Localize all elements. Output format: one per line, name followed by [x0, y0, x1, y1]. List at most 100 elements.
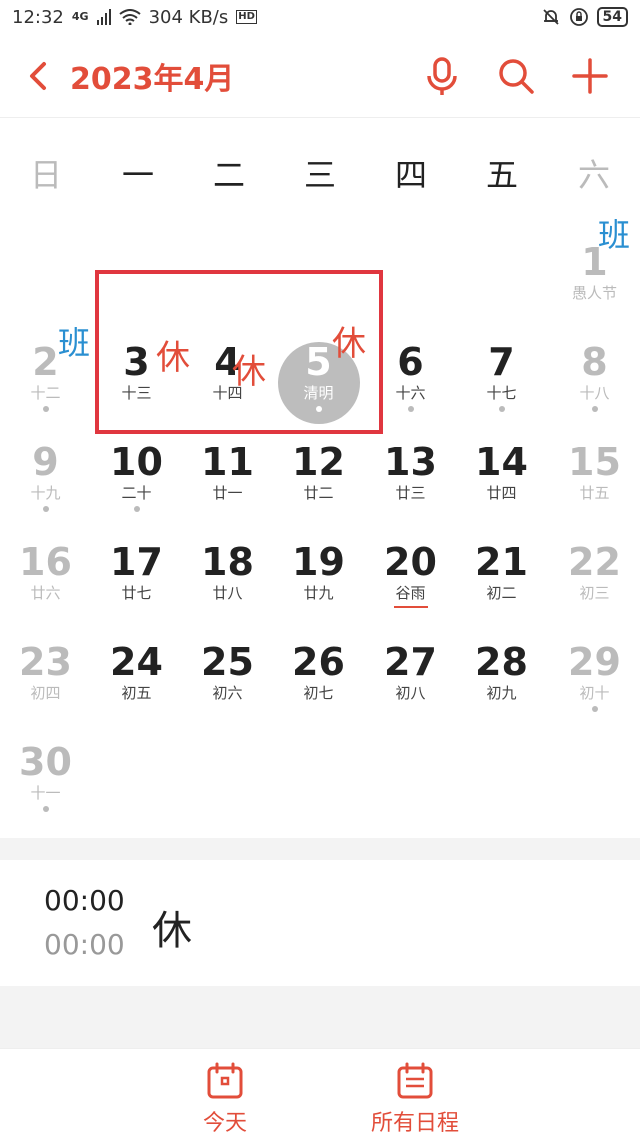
bottom-nav: 今天 所有日程 — [0, 1048, 640, 1138]
day-cell-25[interactable]: 25 初六 — [182, 640, 273, 740]
lunar-label: 谷雨 — [395, 584, 426, 602]
event-item[interactable]: 00:00 00:00 休 — [0, 860, 640, 986]
all-events-button[interactable]: 所有日程 — [360, 1061, 470, 1137]
day-cell-12[interactable]: 12 廿二 — [273, 440, 364, 540]
lunar-label: 廿二 — [303, 484, 334, 502]
status-bar: 12:32 4G 304 KB/s HD 54 — [0, 0, 640, 34]
event-dot — [133, 506, 140, 512]
day-number: 25 — [201, 640, 254, 684]
lunar-label: 初三 — [579, 584, 610, 602]
weekday-sun: 日 — [29, 156, 62, 194]
day-number: 17 — [110, 540, 163, 584]
weekday-thu: 四 — [394, 156, 427, 194]
day-cell-26[interactable]: 26 初七 — [273, 640, 364, 740]
day-cell-16[interactable]: 16 廿六 — [0, 540, 91, 640]
weekday-fri: 五 — [485, 156, 518, 194]
back-button[interactable] — [22, 56, 62, 96]
lunar-label: 十一 — [30, 784, 61, 802]
signal-icon — [96, 9, 111, 25]
day-cell-14[interactable]: 14 廿四 — [456, 440, 547, 540]
weekday-tue: 二 — [212, 156, 245, 194]
day-cell-20-today[interactable]: 20 谷雨 — [365, 540, 456, 640]
today-label: 今天 — [202, 1111, 247, 1136]
day-cell-21[interactable]: 21 初二 — [456, 540, 547, 640]
day-cell-30[interactable]: 30 十一 — [0, 740, 91, 840]
day-cell-24[interactable]: 24 初五 — [91, 640, 182, 740]
month-title[interactable]: 2023年4月 — [70, 54, 234, 98]
day-cell-29[interactable]: 29 初十 — [549, 640, 640, 740]
empty-area — [0, 986, 640, 1048]
network-speed: 304 KB/s — [148, 6, 229, 28]
day-cell-11[interactable]: 11 廿一 — [182, 440, 273, 540]
day-number: 9 — [32, 440, 59, 484]
voice-button[interactable] — [420, 54, 464, 98]
day-number: 20 — [384, 540, 437, 584]
status-time: 12:32 — [12, 6, 64, 28]
lunar-label: 初二 — [486, 584, 517, 602]
lunar-label: 廿六 — [30, 584, 61, 602]
lunar-label: 十九 — [30, 484, 61, 502]
event-start-time: 00:00 — [44, 884, 125, 917]
day-number: 18 — [201, 540, 254, 584]
day-cell-23[interactable]: 23 初四 — [0, 640, 91, 740]
day-cell-10[interactable]: 10 二十 — [91, 440, 182, 540]
lunar-label: 二十 — [121, 484, 152, 502]
day-number: 11 — [201, 440, 254, 484]
lock-rotation-icon — [569, 7, 589, 27]
lunar-label: 十二 — [30, 384, 61, 402]
today-indicator — [393, 606, 428, 608]
battery-level: 54 — [596, 7, 628, 27]
day-number: 30 — [19, 740, 72, 784]
lunar-label: 初七 — [303, 684, 334, 702]
day-number: 21 — [475, 540, 528, 584]
day-number: 28 — [475, 640, 528, 684]
lunar-label: 廿三 — [395, 484, 426, 502]
lunar-label: 初八 — [395, 684, 426, 702]
lunar-label: 初十 — [579, 684, 610, 702]
search-button[interactable] — [494, 54, 538, 98]
event-dot — [591, 706, 598, 712]
bell-muted-icon — [541, 7, 561, 27]
day-cell-7[interactable]: 7 十七 — [456, 340, 547, 440]
calendar-today-icon — [207, 1062, 243, 1099]
event-dot — [42, 806, 49, 812]
work-day-mark: 班 — [58, 324, 91, 362]
weekday-sat: 六 — [577, 156, 610, 194]
weekday-mon: 一 — [121, 156, 154, 194]
day-number: 22 — [568, 540, 621, 584]
day-number: 7 — [488, 340, 515, 384]
day-cell-15[interactable]: 15 廿五 — [549, 440, 640, 540]
add-event-button[interactable] — [568, 54, 612, 98]
plus-icon — [572, 58, 608, 94]
day-cell-8[interactable]: 8 十八 — [549, 340, 640, 440]
work-day-mark: 班 — [598, 216, 631, 254]
day-cell-9[interactable]: 9 十九 — [0, 440, 91, 540]
day-number: 13 — [384, 440, 437, 484]
weekday-wed: 三 — [303, 156, 336, 194]
lunar-label: 初六 — [212, 684, 243, 702]
day-cell-22[interactable]: 22 初三 — [549, 540, 640, 640]
lunar-label: 廿七 — [121, 584, 152, 602]
lunar-label: 廿五 — [579, 484, 610, 502]
day-number: 26 — [292, 640, 345, 684]
day-number: 10 — [110, 440, 163, 484]
day-cell-13[interactable]: 13 廿三 — [365, 440, 456, 540]
microphone-icon — [427, 57, 457, 95]
day-number: 27 — [384, 640, 437, 684]
chevron-left-icon — [30, 62, 46, 90]
day-cell-19[interactable]: 19 廿九 — [273, 540, 364, 640]
hd-badge: HD — [236, 10, 257, 24]
day-cell-28[interactable]: 28 初九 — [456, 640, 547, 740]
day-number: 23 — [19, 640, 72, 684]
network-type: 4G — [71, 10, 89, 23]
day-cell-17[interactable]: 17 廿七 — [91, 540, 182, 640]
lunar-label: 廿九 — [303, 584, 334, 602]
day-cell-27[interactable]: 27 初八 — [365, 640, 456, 740]
lunar-label: 初九 — [486, 684, 517, 702]
wifi-icon — [118, 9, 141, 25]
day-cell-18[interactable]: 18 廿八 — [182, 540, 273, 640]
event-dot — [591, 406, 598, 412]
day-number: 8 — [581, 340, 608, 384]
today-button[interactable]: 今天 — [190, 1061, 260, 1137]
event-title: 休 — [152, 908, 192, 954]
